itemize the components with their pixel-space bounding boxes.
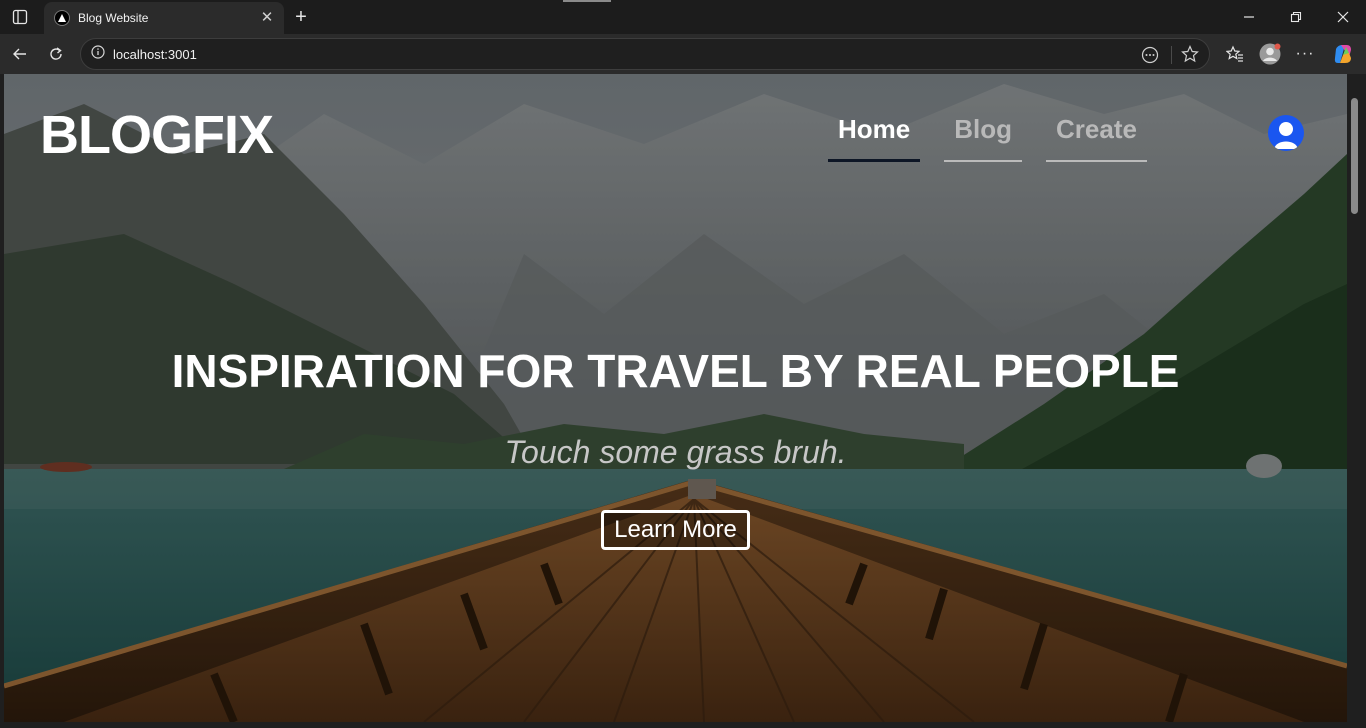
sidebar-toggle-icon[interactable] [10, 7, 30, 27]
scrollbar-thumb[interactable] [1351, 98, 1358, 214]
tab-bar: Blog Website ✕ + [0, 0, 1366, 34]
refresh-icon[interactable] [45, 43, 67, 65]
close-window-icon[interactable] [1332, 6, 1354, 28]
browser-tab[interactable]: Blog Website ✕ [44, 2, 284, 34]
nav-create-link[interactable]: Create [1046, 114, 1147, 162]
page-viewport: BLOGFIX Home Blog Create INSPIRATION FOR… [4, 74, 1347, 722]
page-scrollbar[interactable] [1347, 74, 1366, 728]
hero-headline: INSPIRATION FOR TRAVEL BY REAL PEOPLE [171, 345, 1180, 397]
favorites-icon[interactable] [1224, 43, 1246, 65]
restore-icon[interactable] [1285, 6, 1307, 28]
new-tab-icon[interactable]: + [290, 6, 312, 28]
profile-icon[interactable] [1258, 42, 1282, 66]
url-text: localhost:3001 [113, 46, 197, 62]
main-nav: Home Blog Create [828, 114, 1171, 162]
tab-title: Blog Website [78, 11, 149, 25]
learn-more-button[interactable]: Learn More [601, 510, 750, 550]
user-avatar-icon[interactable] [1268, 115, 1304, 151]
site-info-icon[interactable] [91, 44, 105, 64]
nextjs-favicon-icon [54, 10, 70, 26]
copilot-icon[interactable] [1331, 42, 1355, 66]
address-bar[interactable]: localhost:3001 [80, 38, 1210, 70]
browser-toolbar: localhost:3001 ··· [0, 34, 1366, 74]
hero-tagline: Touch some grass bruh. [504, 434, 847, 470]
more-menu-icon[interactable]: ··· [1294, 43, 1316, 65]
page-actions-icon[interactable] [1141, 46, 1159, 69]
minimize-icon[interactable] [1238, 6, 1260, 28]
favorite-star-icon[interactable] [1181, 45, 1199, 68]
drag-region-indicator [563, 0, 611, 2]
hero-overlay [4, 74, 1347, 722]
address-divider [1171, 46, 1172, 64]
nav-blog-link[interactable]: Blog [944, 114, 1023, 162]
back-icon[interactable] [9, 43, 31, 65]
nav-home-link[interactable]: Home [828, 114, 921, 162]
site-logo[interactable]: BLOGFIX [40, 104, 274, 166]
tab-close-icon[interactable]: ✕ [258, 9, 276, 27]
